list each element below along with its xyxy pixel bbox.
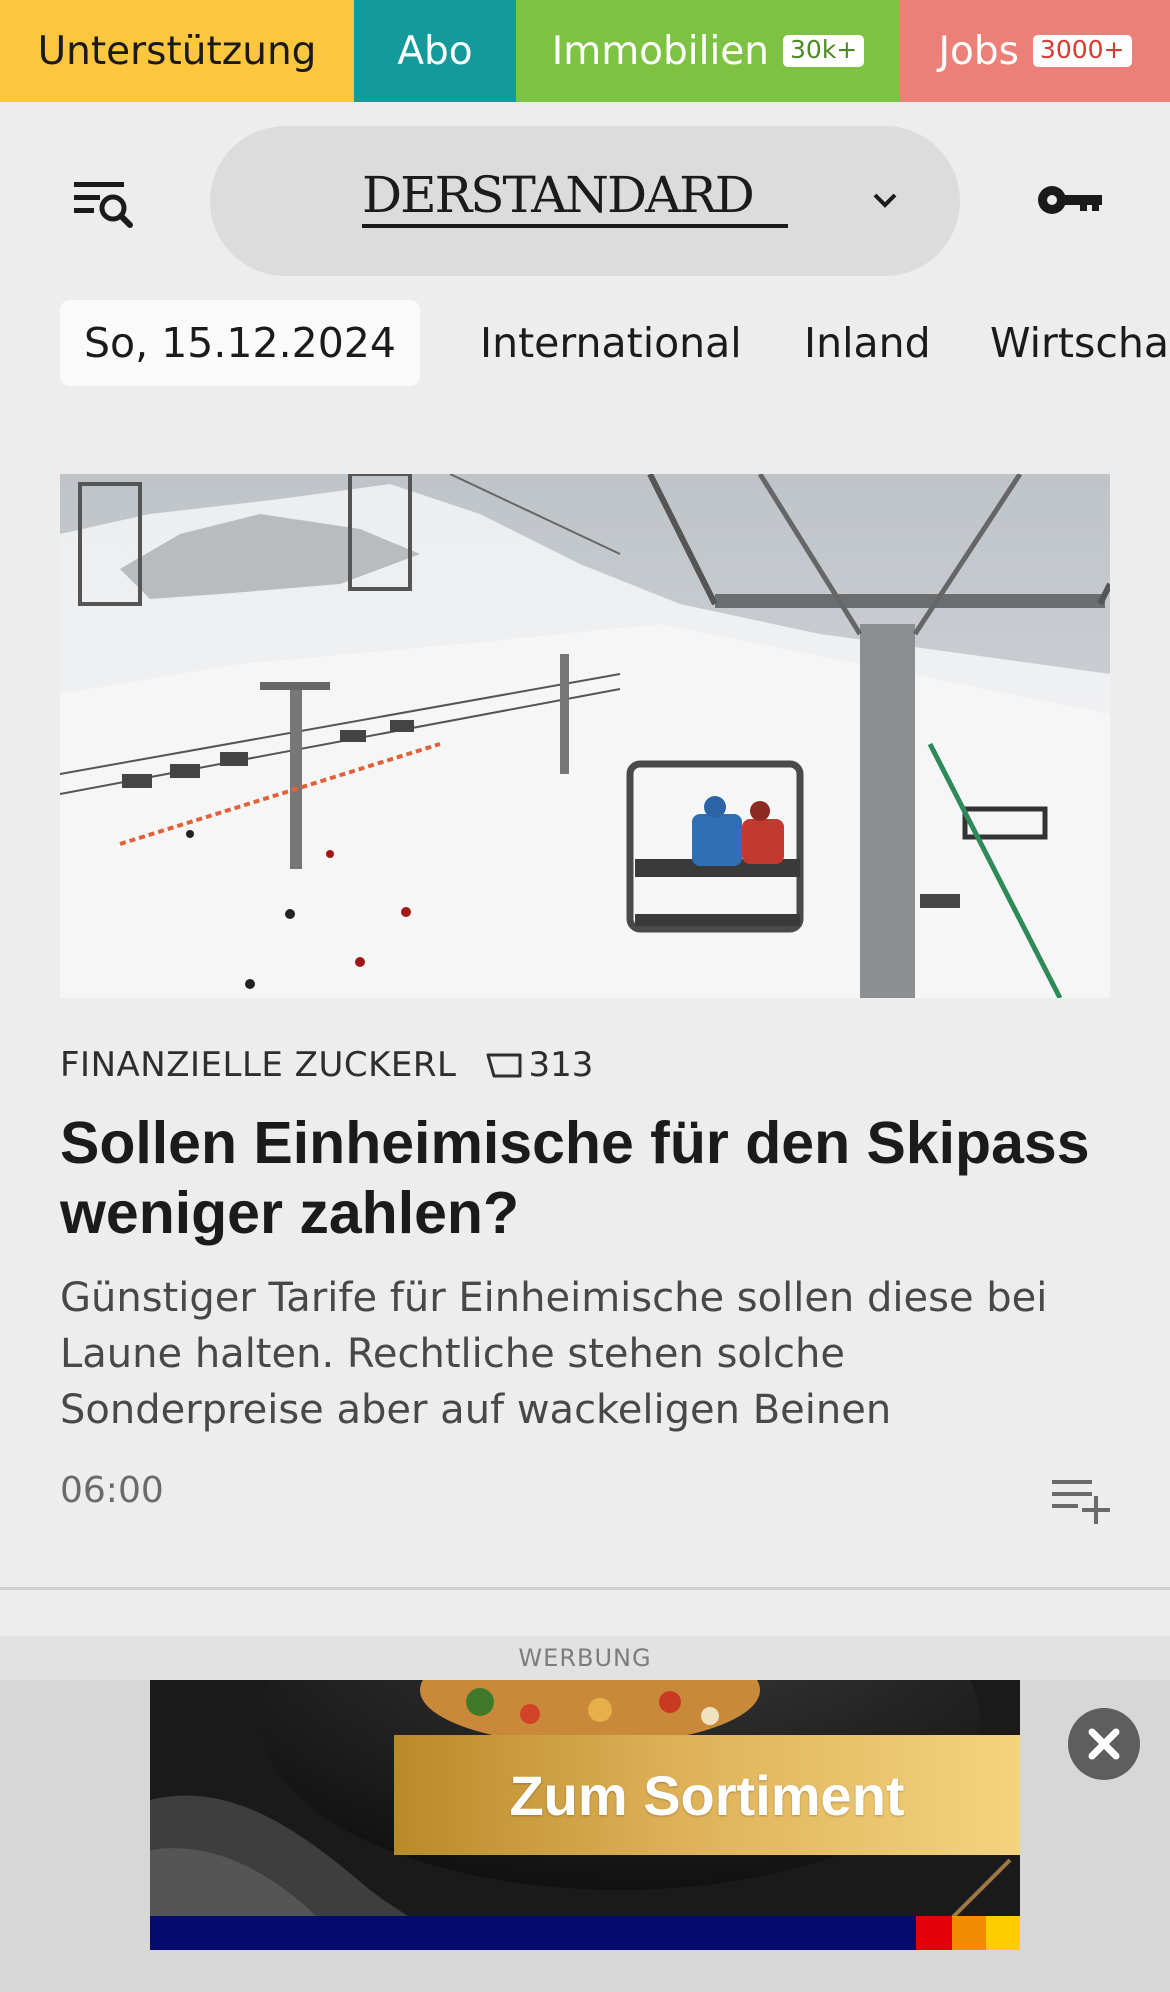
article-meta: FINANZIELLE ZUCKERL 313: [60, 1042, 593, 1088]
chevron-down-icon: [873, 193, 897, 208]
menu-search-button[interactable]: [68, 172, 140, 236]
article-headline[interactable]: Sollen Einheimische für den Skipass weni…: [60, 1108, 1120, 1248]
ad-close-button[interactable]: [1068, 1708, 1140, 1780]
comment-icon: [486, 1053, 522, 1078]
jobs-label: Jobs: [938, 28, 1019, 74]
login-button[interactable]: [1034, 176, 1106, 224]
jobs-count-badge: 3000+: [1032, 35, 1132, 67]
read-later-button[interactable]: [1050, 1474, 1112, 1524]
menu-search-icon: [74, 182, 133, 228]
date-chip: So, 15.12.2024: [60, 300, 420, 386]
nav-item-inland[interactable]: Inland: [804, 300, 931, 386]
support-label: Unterstützung: [37, 28, 317, 74]
immobilien-link[interactable]: Immobilien 30k+: [516, 0, 900, 102]
site-logo: DERSTANDARD: [362, 166, 788, 228]
playlist-add-icon: [1052, 1480, 1110, 1524]
article-teaser: Günstiger Tarife für Einheimische sollen…: [60, 1275, 1048, 1433]
article-timestamp: 06:00: [60, 1470, 164, 1511]
ad-cta-button[interactable]: Zum Sortiment: [394, 1735, 1020, 1855]
close-icon: [1088, 1728, 1120, 1760]
support-link[interactable]: Unterstützung: [0, 0, 354, 102]
key-icon: [1038, 186, 1102, 214]
jobs-link[interactable]: Jobs 3000+: [900, 0, 1170, 102]
nav-item-international[interactable]: International: [480, 300, 742, 386]
nav-item-wirtschaft[interactable]: Wirtscha: [990, 300, 1169, 386]
service-bar: Unterstützung Abo Immobilien 30k+ Jobs 3…: [0, 0, 1170, 102]
immobilien-label: Immobilien: [551, 28, 770, 74]
immobilien-count-badge: 30k+: [783, 35, 865, 67]
comment-count: 313: [528, 1045, 594, 1085]
abo-label: Abo: [397, 28, 473, 74]
article-divider: [0, 1587, 1170, 1590]
edition-switcher[interactable]: DERSTANDARD: [210, 126, 960, 276]
ad-banner[interactable]: Zum Sortiment: [150, 1680, 1020, 1950]
ski-lift-photo: [60, 474, 1110, 998]
ad-brand-strip: [150, 1916, 1020, 1950]
article-kicker[interactable]: FINANZIELLE ZUCKERL: [60, 1045, 456, 1085]
article-image[interactable]: [60, 474, 1110, 998]
ad-label: WERBUNG: [0, 1636, 1170, 1680]
abo-link[interactable]: Abo: [354, 0, 516, 102]
comments-link[interactable]: 313: [484, 1045, 593, 1085]
